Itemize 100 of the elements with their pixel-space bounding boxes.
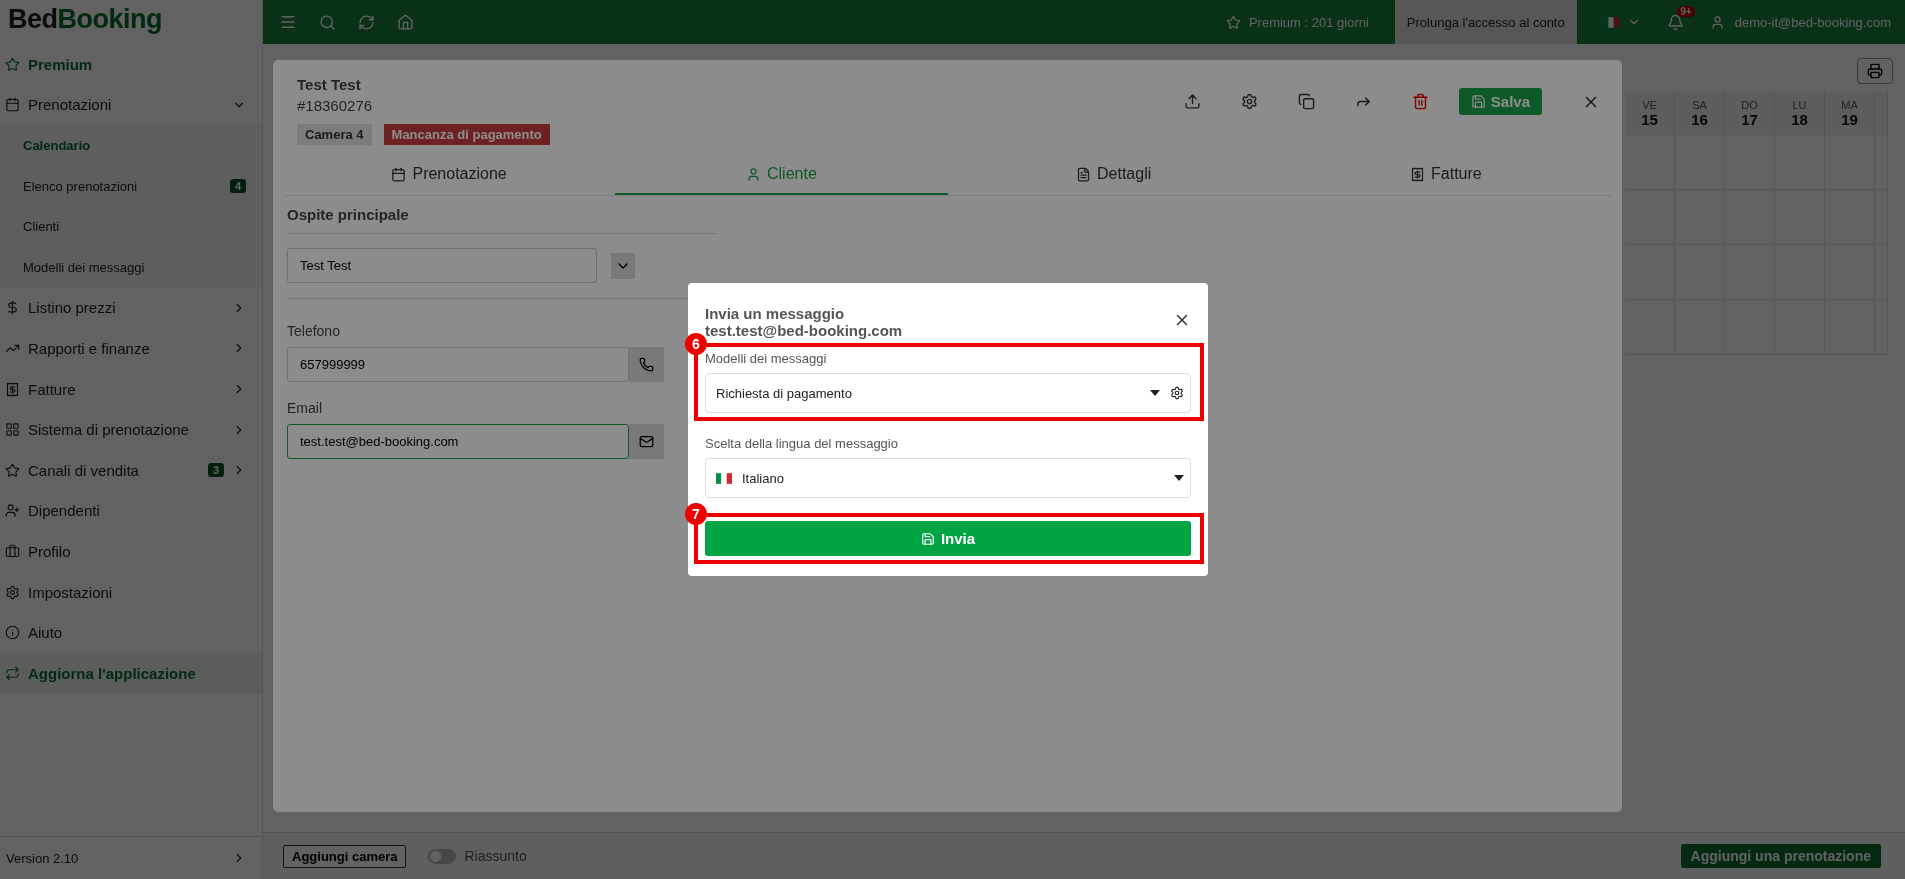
phone-field[interactable]: 657999999 xyxy=(287,347,629,382)
call-button[interactable] xyxy=(629,347,664,382)
menu-item[interactable]: Canali di vendita 3 xyxy=(0,449,262,491)
add-room-button[interactable]: Aggiungi camera xyxy=(283,844,407,868)
menu-item[interactable]: Prenotazioni xyxy=(0,84,262,126)
menu-item[interactable]: Aggiorna l'applicazione xyxy=(0,652,262,694)
email-field[interactable]: test.test@bed-booking.com xyxy=(287,424,629,459)
add-booking-button[interactable]: Aggiungi una prenotazione xyxy=(1680,844,1881,868)
submenu-item[interactable]: Calendario xyxy=(0,125,262,166)
document-icon xyxy=(1076,166,1091,182)
send-button[interactable]: Invia xyxy=(705,521,1191,556)
print-icon xyxy=(1867,63,1883,79)
menu-item[interactable]: Impostazioni xyxy=(0,571,262,613)
template-select[interactable]: Richiesta di pagamento xyxy=(705,373,1191,413)
tab[interactable]: Fatture xyxy=(1279,155,1612,195)
user-menu[interactable]: demo-it@bed-booking.com xyxy=(1709,14,1891,30)
caret-icon xyxy=(1150,390,1160,396)
upload-icon xyxy=(1183,93,1201,110)
menu-item[interactable]: Aiuto xyxy=(0,612,262,653)
status-tag: Camera 4 xyxy=(297,124,372,145)
language-select[interactable]: Italiano xyxy=(705,458,1191,498)
day-header: VE 15 xyxy=(1625,92,1675,135)
copy-button[interactable] xyxy=(1297,93,1315,110)
menu-item[interactable]: Dipendenti xyxy=(0,490,262,532)
section-title: Ospite principale xyxy=(287,206,717,234)
repeat-icon xyxy=(5,665,20,681)
day-header: SA 16 xyxy=(1675,92,1725,135)
menu-item[interactable]: Premium xyxy=(0,44,262,85)
day-header: LU 18 xyxy=(1775,92,1825,135)
booking-number: #18360276 xyxy=(297,97,374,114)
user-icon xyxy=(745,166,761,182)
grid-icon xyxy=(5,422,20,438)
star-icon xyxy=(1225,14,1241,30)
version-item[interactable]: Version 2.10 xyxy=(0,836,262,879)
tab[interactable]: Prenotazione xyxy=(283,155,616,195)
field-label: Scelta della lingua del messaggio xyxy=(705,436,899,451)
menu-item[interactable]: Profilo xyxy=(0,531,262,572)
save-icon xyxy=(920,531,935,546)
user-plus-icon xyxy=(5,503,20,519)
menu-item[interactable]: Listino prezzi xyxy=(0,287,262,329)
tab[interactable]: Cliente xyxy=(615,155,948,195)
status-tag: Mancanza di pagamento xyxy=(383,124,550,145)
flag-icon xyxy=(1602,16,1619,28)
step-number: 6 xyxy=(685,333,707,355)
calendar-icon xyxy=(391,166,407,182)
settings-button[interactable] xyxy=(1240,93,1258,110)
save-icon xyxy=(1470,94,1486,109)
menu-item[interactable]: Rapporti e finanze xyxy=(0,328,262,369)
phone-icon xyxy=(639,357,654,372)
notification-icon[interactable] xyxy=(1666,13,1684,31)
star-icon xyxy=(5,56,20,72)
settings-icon xyxy=(1170,386,1184,400)
user-icon xyxy=(1709,14,1725,30)
upload-button[interactable] xyxy=(1183,93,1201,110)
submenu-item[interactable]: Elenco prenotazioni 4 xyxy=(0,165,262,207)
search-icon[interactable] xyxy=(319,13,336,31)
field-label: Email xyxy=(287,400,323,416)
save-button[interactable]: Salva xyxy=(1458,88,1542,115)
receipt-icon xyxy=(5,381,20,397)
home-icon[interactable] xyxy=(397,13,414,31)
count-badge: 3 xyxy=(207,463,224,478)
caret-icon xyxy=(1174,475,1184,481)
flag-icon xyxy=(716,472,732,484)
mail-icon xyxy=(639,434,654,449)
submenu-item[interactable]: Clienti xyxy=(0,206,262,247)
language-selector[interactable] xyxy=(1602,15,1641,29)
extend-access-button[interactable]: Prolunga l'accesso al conto xyxy=(1394,0,1577,44)
star-icon xyxy=(5,462,20,478)
mail-button[interactable] xyxy=(629,424,664,459)
logo: BedBooking xyxy=(7,3,163,36)
dialog-title: Invia un messaggio xyxy=(705,305,846,322)
recipient-email: test.test@bed-booking.com xyxy=(705,322,903,339)
tab[interactable]: Dettagli xyxy=(947,155,1280,195)
guest-name: Test Test xyxy=(297,76,362,93)
menu-item[interactable]: Fatture xyxy=(0,368,262,410)
trash-icon xyxy=(1411,93,1429,110)
submenu-item[interactable]: Modelli dei messaggi xyxy=(0,246,262,288)
count-badge: 4 xyxy=(229,179,246,194)
info-icon xyxy=(5,625,20,641)
receipt-icon xyxy=(1410,166,1426,182)
copy-icon xyxy=(1297,93,1315,110)
settings-icon xyxy=(5,584,20,600)
dropdown-button[interactable] xyxy=(611,252,635,279)
calendar-icon xyxy=(5,97,20,113)
premium-status[interactable]: Premium : 201 giorni xyxy=(1225,14,1369,30)
print-button[interactable] xyxy=(1857,58,1893,84)
briefcase-icon xyxy=(5,543,20,559)
settings-icon xyxy=(1240,93,1258,110)
notification-badge: 9+ xyxy=(1677,5,1695,17)
summary-toggle[interactable] xyxy=(428,848,457,864)
toggle-label: Riassunto xyxy=(464,848,527,864)
refresh-icon[interactable] xyxy=(358,13,375,31)
step-number: 7 xyxy=(685,503,707,525)
dollar-icon xyxy=(5,300,20,316)
guest-field[interactable]: Test Test xyxy=(287,248,597,283)
field-label: Modelli dei messaggi xyxy=(705,351,828,366)
menu-item[interactable]: Sistema di prenotazione xyxy=(0,409,262,450)
delete-button[interactable] xyxy=(1411,93,1429,110)
day-header: DO 17 xyxy=(1725,92,1775,135)
menu-icon[interactable] xyxy=(279,13,297,31)
